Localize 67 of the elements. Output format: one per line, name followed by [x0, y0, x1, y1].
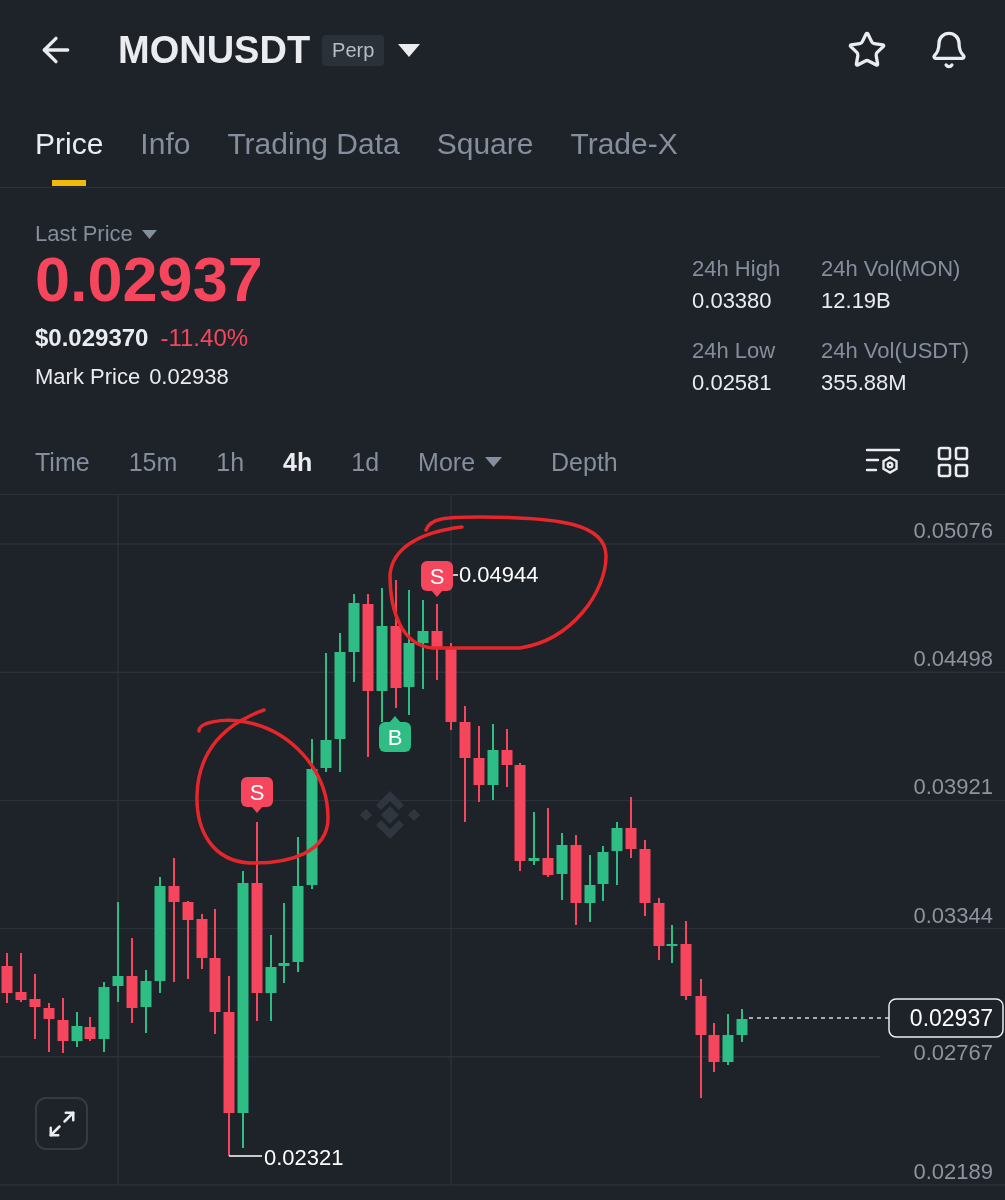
leader-line: [228, 1155, 263, 1157]
falling-candle: [542, 808, 554, 877]
caret-icon: [485, 457, 503, 467]
stat-value: 355.88M: [821, 369, 908, 397]
last-price-dropdown[interactable]: Last Price: [35, 220, 157, 248]
current-price-label: 0.02937: [888, 998, 1004, 1038]
leader-line: [452, 574, 459, 576]
falling-candle: [84, 1017, 96, 1041]
stat-label: 24h High: [692, 255, 782, 283]
star-icon[interactable]: [847, 30, 887, 70]
falling-candle: [15, 953, 27, 1002]
bell-icon[interactable]: [929, 30, 969, 70]
price-axis-label: 0.02767: [913, 1039, 993, 1065]
mark-price-value: 0.02938: [149, 364, 229, 390]
low-price-label: 0.02321: [264, 1145, 344, 1170]
rising-candle: [597, 846, 609, 901]
more-dropdown[interactable]: More: [418, 447, 503, 477]
rising-candle: [722, 1014, 734, 1065]
expand-button[interactable]: [35, 1097, 88, 1150]
mark-price-label: Mark Price: [35, 364, 141, 390]
symbol-title: MONUSDT: [118, 28, 311, 72]
tab[interactable]: Price: [35, 100, 104, 187]
price-change: -11.40%: [160, 324, 249, 352]
settings-icon[interactable]: [865, 447, 901, 477]
rising-candle: [528, 812, 540, 865]
stat-value: 0.02581: [692, 369, 773, 397]
stat-label: 24h Vol(MON): [821, 255, 962, 283]
stat-label: 24h Low: [692, 337, 777, 365]
rising-candle: [71, 1012, 83, 1047]
usd-price: $0.029370: [35, 324, 149, 352]
rising-candle: [98, 982, 110, 1052]
interval-option[interactable]: 4h: [283, 447, 313, 477]
price-axis-label: 0.05076: [913, 518, 993, 543]
stat-label: 24h Vol(USDT): [821, 337, 969, 365]
falling-candle: [625, 797, 637, 858]
interval-option[interactable]: 1d: [351, 447, 380, 477]
rising-candle: [140, 970, 152, 1033]
high-price-label: 0.04944: [459, 562, 539, 587]
falling-candle: [1, 953, 13, 1003]
falling-candle: [653, 898, 665, 960]
caret-icon[interactable]: [398, 43, 421, 57]
tab[interactable]: Info: [140, 100, 191, 187]
price-axis-label: 0.04498: [913, 646, 993, 672]
rising-candle: [666, 925, 678, 963]
rising-candle: [584, 855, 596, 922]
stat-value: 12.19B: [821, 287, 892, 315]
depth-option[interactable]: Depth: [551, 447, 618, 477]
rising-candle: [556, 833, 568, 900]
grid-icon[interactable]: [937, 446, 969, 478]
price-axis-label: 0.02189: [913, 1159, 993, 1184]
tab[interactable]: Square: [436, 100, 534, 187]
tab[interactable]: Trade-X: [570, 100, 678, 187]
price-axis-label: 0.03344: [913, 902, 993, 928]
interval-option[interactable]: 15m: [128, 447, 178, 477]
interval-option[interactable]: Time: [35, 447, 90, 477]
falling-candle: [57, 998, 69, 1053]
contract-type-badge: Perp: [322, 34, 385, 66]
rising-candle: [736, 1009, 748, 1042]
falling-candle: [29, 974, 41, 1039]
last-price: 0.02937: [35, 246, 263, 312]
price-axis-label: 0.03921: [913, 774, 993, 800]
falling-candle: [43, 1003, 55, 1052]
stat-value: 0.03380: [692, 287, 773, 315]
rising-candle: [611, 822, 623, 885]
interval-option[interactable]: 1h: [216, 447, 245, 477]
caret-icon: [141, 229, 157, 239]
tab[interactable]: Trading Data: [227, 100, 400, 187]
